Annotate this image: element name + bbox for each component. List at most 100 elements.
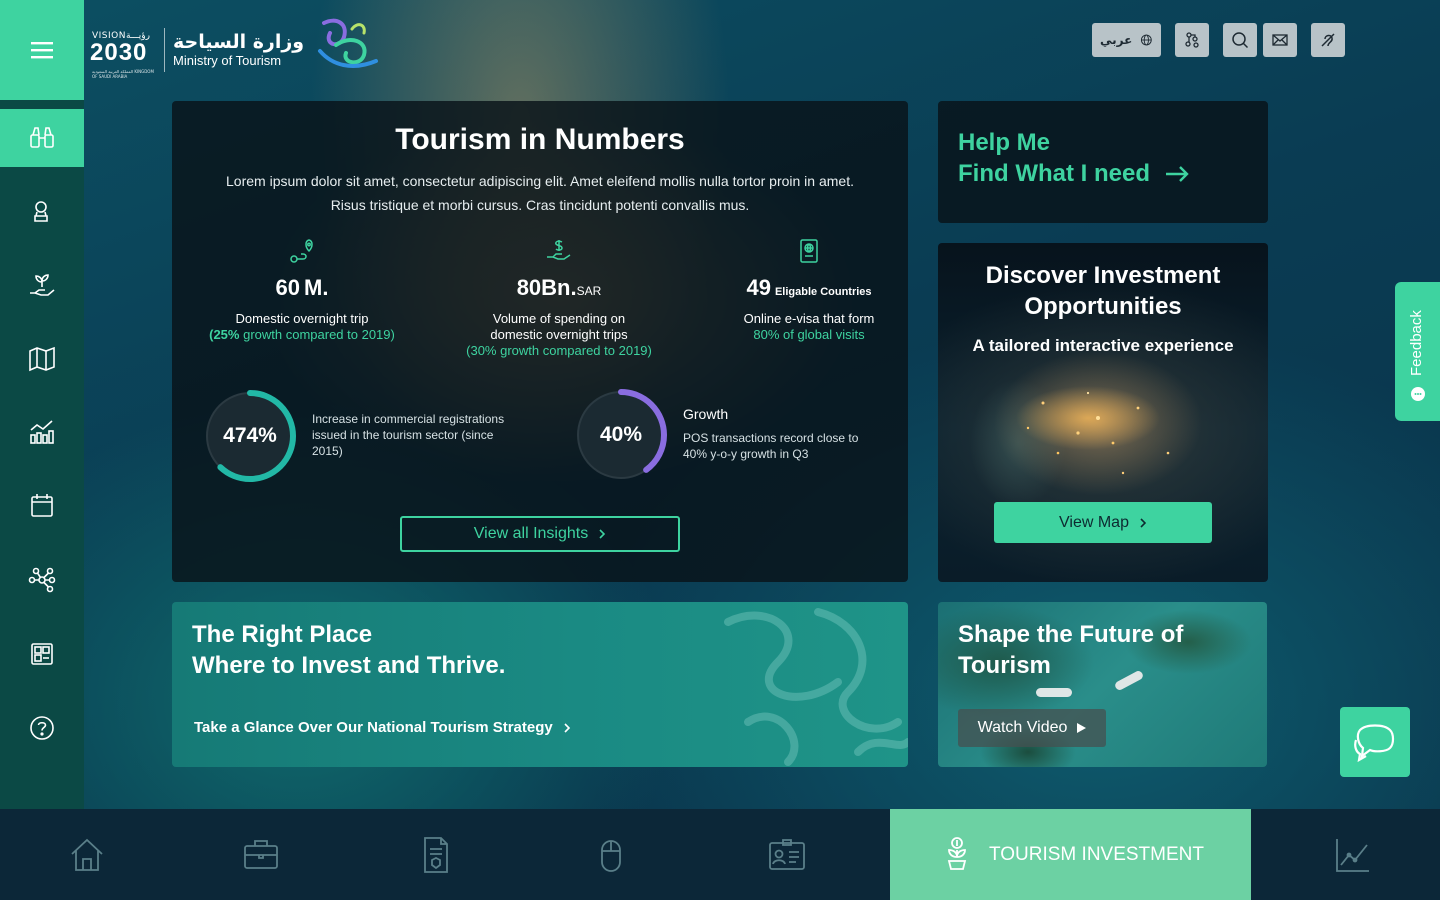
- stat-evisa: 49 Eligable Countries Online e-visa that …: [689, 237, 929, 343]
- sidebar-item-network[interactable]: [0, 551, 84, 609]
- sidebar: [0, 0, 84, 809]
- top-toolbar: عربي: [1092, 23, 1345, 57]
- help-me-card[interactable]: Help Me Find What I need: [938, 101, 1268, 223]
- tourism-investment-icon: [947, 836, 967, 870]
- id-card-icon: [769, 838, 805, 870]
- accessibility-button[interactable]: [1311, 23, 1345, 57]
- sidebar-item-explore[interactable]: [0, 109, 84, 167]
- route-pin-icon: [290, 239, 313, 263]
- watch-video-label: Watch Video: [977, 719, 1068, 736]
- sidebar-item-dashboard[interactable]: [0, 625, 84, 683]
- stat-value: 80: [516, 275, 542, 300]
- insights-label: View all Insights: [473, 525, 589, 542]
- sidebar-item-investment[interactable]: [0, 257, 84, 315]
- national-strategy-link[interactable]: Take a Glance Over Our National Tourism …: [194, 719, 571, 736]
- ministry-logo[interactable]: VISION رؤيـــة 2030 المملكة العربية السع…: [90, 18, 382, 79]
- ring-commercial-text: Increase in commercial registrations iss…: [312, 412, 505, 458]
- language-label: عربي: [1100, 33, 1133, 47]
- view-map-button[interactable]: View Map: [994, 502, 1212, 543]
- stat-sub: (30% growth compared to 2019): [466, 343, 652, 358]
- sidebar-item-help[interactable]: [0, 699, 84, 757]
- chart-icon: [30, 420, 54, 444]
- home-icon: [71, 838, 103, 871]
- sidebar-item-map[interactable]: [0, 330, 84, 388]
- arrow-right-icon: [1166, 165, 1189, 182]
- help-title-line2: Find What I need: [958, 160, 1150, 187]
- hamburger-menu-button[interactable]: [0, 0, 84, 100]
- shape-title-line1: Shape the Future of: [958, 621, 1184, 648]
- search-button[interactable]: [1223, 23, 1257, 57]
- help-title-line1: Help Me: [958, 129, 1051, 156]
- stat-label: Volume of spending on domestic overnight…: [490, 311, 628, 342]
- ring-percent: 40%: [599, 423, 643, 446]
- network-icon: [28, 567, 56, 593]
- chat-icon: [1354, 724, 1395, 762]
- discover-investment-card: Discover Investment Opportunities A tail…: [938, 243, 1268, 582]
- bottom-nav-analytics[interactable]: [1308, 809, 1398, 900]
- globe-icon: [1141, 34, 1153, 46]
- chevron-right-icon: [564, 722, 570, 733]
- place-title-line1: The Right Place: [192, 621, 373, 648]
- ring-growth: 40%: [573, 387, 669, 483]
- logo-divider: [164, 28, 165, 72]
- document-icon: [424, 836, 448, 873]
- sidebar-item-events[interactable]: [0, 477, 84, 535]
- bottom-nav-business[interactable]: [216, 809, 306, 900]
- stat-unit: M.: [304, 275, 329, 300]
- place-title: The Right Place Where to Invest and Thri…: [192, 619, 505, 681]
- hamburger-icon: [31, 42, 53, 59]
- bottom-navigation: TOURISM INVESTMENT: [0, 809, 1440, 900]
- stat-unit-currency: SAR: [576, 284, 602, 298]
- bottom-nav-documents[interactable]: [391, 809, 481, 900]
- chevron-right-icon: [1140, 517, 1147, 528]
- numbers-lead: Lorem ipsum dolor sit amet, consectetur …: [226, 173, 854, 213]
- feedback-icon: [1411, 387, 1425, 401]
- stat-unit: Bn.: [541, 275, 577, 300]
- vision-number: 2030: [90, 39, 148, 66]
- ministry-name-arabic: وزارة السياحة: [173, 31, 305, 53]
- search-icon: [1232, 32, 1249, 49]
- sidebar-item-statistics[interactable]: [0, 403, 84, 461]
- feedback-label: Feedback: [1408, 310, 1425, 376]
- ministry-mark-icon: [318, 18, 379, 68]
- sitemap-button[interactable]: [1175, 23, 1209, 57]
- watch-video-button[interactable]: Watch Video: [958, 709, 1106, 747]
- vision-sub: المملكة العربية السعودية KINGDOM OF SAUD…: [92, 69, 154, 79]
- sidebar-item-licenses[interactable]: [0, 183, 84, 241]
- chevron-right-icon: [599, 529, 606, 539]
- calendar-icon: [31, 494, 53, 517]
- binoculars-icon: [30, 127, 54, 148]
- stat-unit: Eligable Countries: [774, 286, 872, 298]
- shape-title: Shape the Future of Tourism: [958, 619, 1183, 681]
- calligraphy-pattern: [724, 608, 908, 766]
- certificate-icon: [34, 201, 48, 222]
- bottom-nav-services[interactable]: [742, 809, 832, 900]
- vision-2030-logo: VISION رؤيـــة 2030 المملكة العربية السع…: [90, 25, 156, 79]
- ring-growth-desc: POS transactions record close to 40% y-o…: [683, 431, 859, 461]
- mail-icon: [1272, 34, 1288, 46]
- chat-button[interactable]: [1340, 707, 1410, 777]
- feedback-tab[interactable]: Feedback: [1395, 282, 1440, 421]
- bottom-nav-tourism-investment[interactable]: TOURISM INVESTMENT: [890, 809, 1251, 900]
- shape-future-card[interactable]: Shape the Future of Tourism Watch Video: [938, 602, 1267, 767]
- help-icon: [30, 716, 54, 740]
- stat-sub: 80% of global visits: [753, 327, 865, 342]
- language-toggle-button[interactable]: عربي: [1092, 23, 1161, 57]
- view-all-insights-button[interactable]: View all Insights: [400, 516, 680, 552]
- shape-title-line2: Tourism: [958, 652, 1051, 679]
- ring-percent: 474%: [223, 424, 277, 447]
- bottom-nav-home[interactable]: [42, 809, 132, 900]
- stat-spending: 80 Bn. SAR Volume of spending on domestic …: [439, 237, 679, 359]
- dashboard-icon: [31, 643, 53, 665]
- line-chart-icon: [1336, 838, 1369, 872]
- ring-growth-heading: Growth: [683, 406, 729, 422]
- bottom-nav-digital[interactable]: [566, 809, 656, 900]
- contact-button[interactable]: [1263, 23, 1297, 57]
- money-hand-icon: [547, 240, 571, 260]
- plant-hand-icon: [30, 274, 55, 296]
- right-place-banner[interactable]: The Right Place Where to Invest and Thri…: [172, 602, 908, 767]
- briefcase-icon: [244, 839, 278, 869]
- hearing-icon: [1321, 33, 1335, 47]
- ministry-name-english: Ministry of Tourism: [173, 53, 282, 68]
- map-icon: [29, 346, 55, 372]
